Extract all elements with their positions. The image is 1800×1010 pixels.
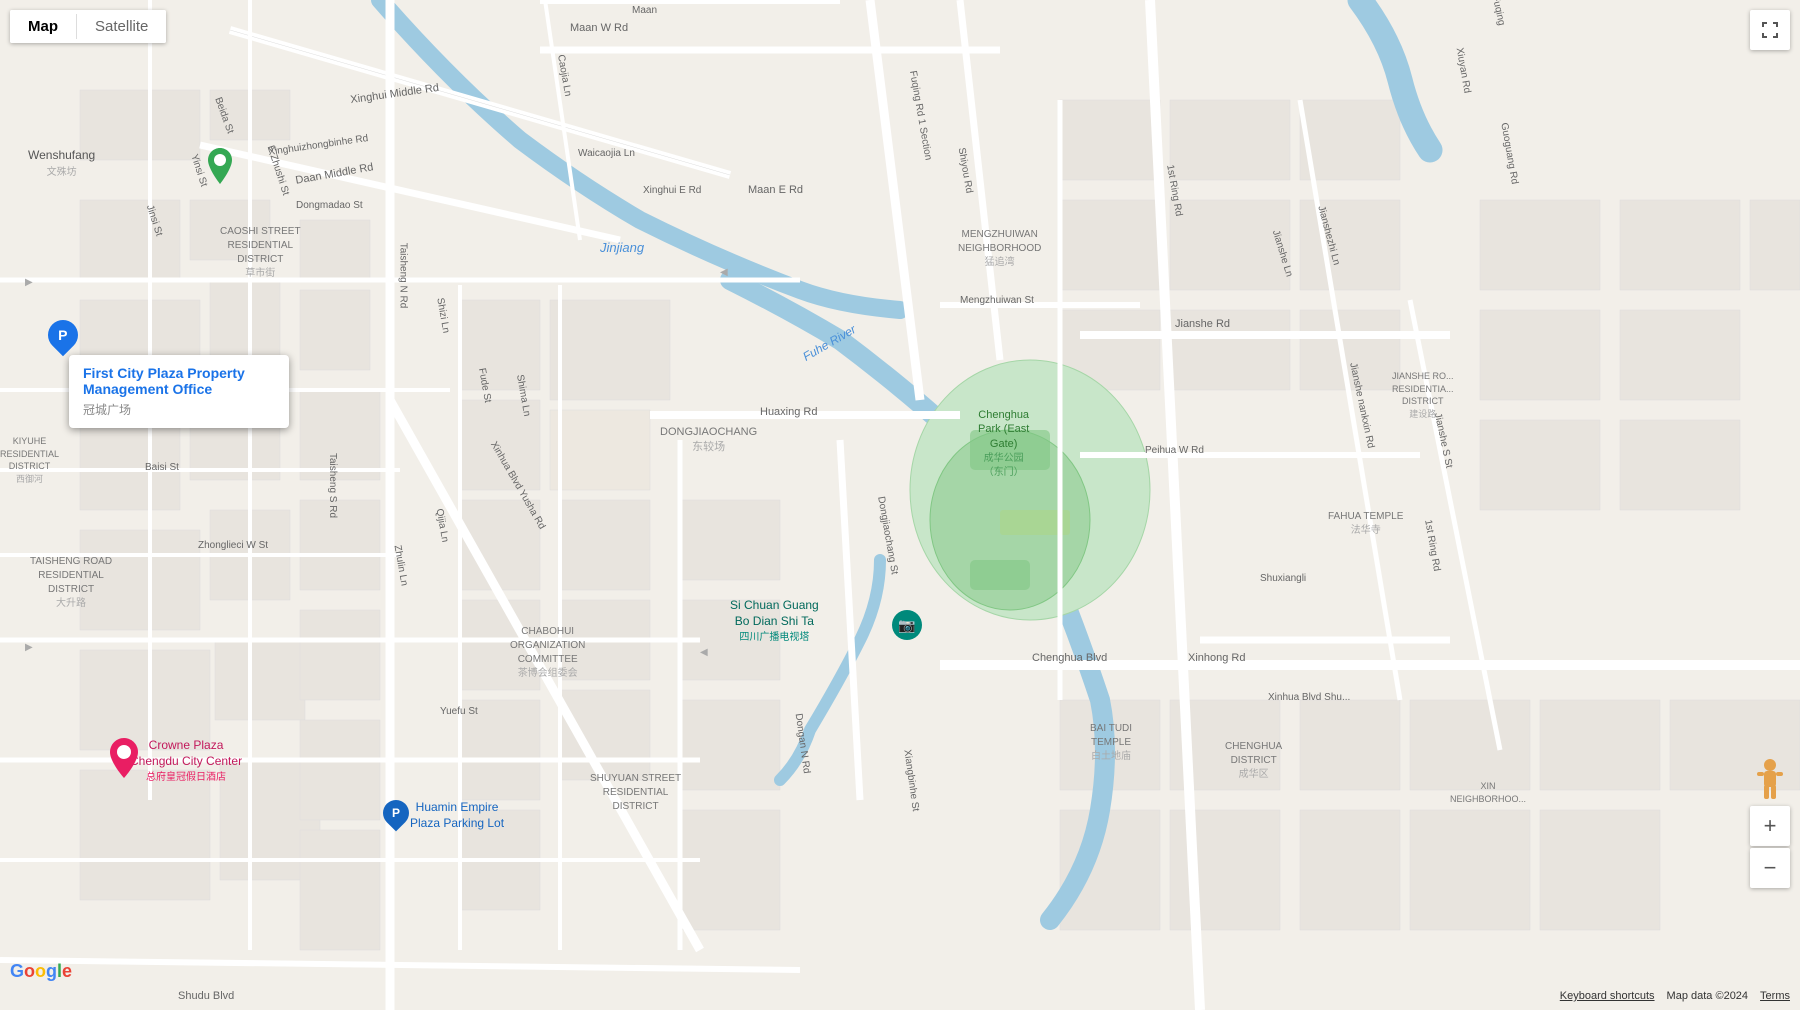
map-type-map-btn[interactable]: Map xyxy=(10,10,76,43)
popup-title: First City Plaza Property Management Off… xyxy=(83,365,275,397)
zoom-in-btn[interactable]: + xyxy=(1750,806,1790,846)
svg-text:▶: ▶ xyxy=(25,642,33,653)
crowne-plaza-marker[interactable] xyxy=(110,738,138,783)
zoom-controls: + − xyxy=(1750,806,1790,890)
first-city-plaza-popup[interactable]: First City Plaza Property Management Off… xyxy=(69,355,289,428)
pegman-btn[interactable] xyxy=(1750,755,1790,810)
keyboard-shortcuts-link[interactable]: Keyboard shortcuts xyxy=(1560,990,1655,1002)
huamin-empire-marker[interactable]: P xyxy=(383,800,409,826)
google-logo: Google xyxy=(10,961,72,982)
terms-link[interactable]: Terms xyxy=(1760,990,1790,1002)
first-city-plaza-marker[interactable]: P xyxy=(48,320,78,356)
popup-chinese: 冠城广场 xyxy=(83,401,275,418)
fullscreen-btn[interactable] xyxy=(1750,10,1790,50)
map-type-control: Map Satellite xyxy=(10,10,166,43)
wenshufang-marker[interactable] xyxy=(208,148,232,189)
map-data-text: Map data ©2024 xyxy=(1667,990,1749,1002)
si-chuan-tv-marker[interactable]: 📷 xyxy=(892,610,922,640)
map-type-satellite-btn[interactable]: Satellite xyxy=(77,10,166,43)
map-container: ▶ ◀ ▶ ◀ Xinghui Middle Rd Daan Middle Rd… xyxy=(0,0,1800,1010)
svg-text:◀: ◀ xyxy=(720,267,728,278)
svg-text:▶: ▶ xyxy=(25,277,33,288)
svg-text:◀: ◀ xyxy=(700,647,708,658)
map-footer: Keyboard shortcuts Map data ©2024 Terms xyxy=(0,982,1800,1010)
zoom-out-btn[interactable]: − xyxy=(1750,848,1790,888)
